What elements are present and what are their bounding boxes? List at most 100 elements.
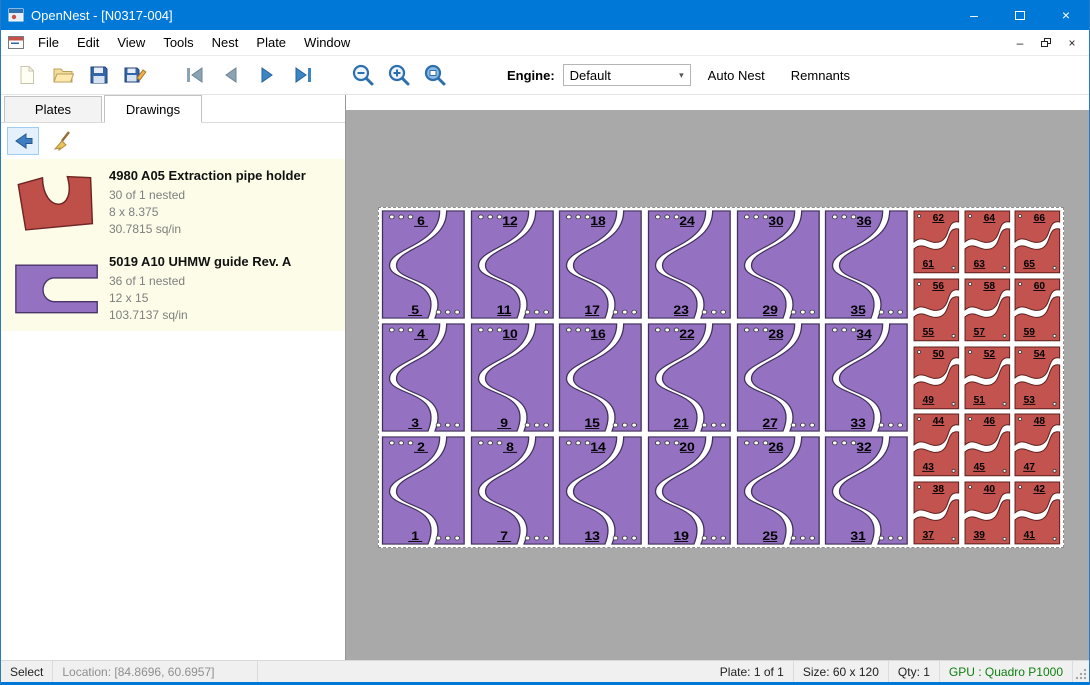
nested-part-pair-purple[interactable]: 3029 [734, 208, 823, 321]
nested-part-pair-purple[interactable]: 2827 [734, 321, 823, 434]
status-qty: Qty: 1 [889, 661, 940, 682]
menu-item-file[interactable]: File [29, 30, 68, 55]
next-plate-button[interactable] [249, 59, 285, 91]
nested-part-pair-purple[interactable]: 1615 [556, 321, 645, 434]
nested-part-pair-purple[interactable]: 109 [468, 321, 557, 434]
part-size: 8 x 8.375 [109, 204, 341, 221]
resize-grip[interactable] [1073, 661, 1089, 682]
save-as-button[interactable] [117, 59, 153, 91]
nested-part-pair-red[interactable]: 5857 [962, 276, 1013, 344]
menu-item-window[interactable]: Window [295, 30, 359, 55]
svg-text:22: 22 [679, 327, 695, 341]
maximize-button[interactable] [997, 0, 1043, 30]
save-as-icon [124, 65, 147, 85]
nested-part-pair-purple[interactable]: 65 [379, 208, 468, 321]
new-button[interactable] [9, 59, 45, 91]
svg-text:30: 30 [768, 214, 784, 228]
nested-part-pair-purple[interactable]: 21 [379, 434, 468, 547]
drawing-list-item[interactable]: 4980 A05 Extraction pipe holder 30 of 1 n… [1, 159, 345, 245]
nested-part-pair-purple[interactable]: 2423 [645, 208, 734, 321]
chevron-down-icon: ▾ [667, 70, 684, 81]
nest-canvas[interactable]: 6512111817242330293635431091615222128273… [346, 95, 1089, 660]
nested-part-pair-purple[interactable]: 3635 [822, 208, 911, 321]
menu-item-nest[interactable]: Nest [203, 30, 248, 55]
save-button[interactable] [81, 59, 117, 91]
previous-arrow-icon [221, 66, 241, 84]
part-thumbnail [5, 252, 109, 324]
nested-part-pair-purple[interactable]: 2019 [645, 434, 734, 547]
menu-item-plate[interactable]: Plate [247, 30, 295, 55]
svg-text:33: 33 [851, 416, 867, 430]
nested-part-pair-purple[interactable]: 1211 [468, 208, 557, 321]
nested-part-pair-purple[interactable]: 1413 [556, 434, 645, 547]
last-arrow-icon [292, 66, 314, 84]
mdi-restore-button[interactable] [1034, 33, 1058, 53]
nested-part-pair-red[interactable]: 5453 [1012, 344, 1063, 412]
first-plate-button[interactable] [177, 59, 213, 91]
nested-part-pair-red[interactable]: 4241 [1012, 479, 1063, 547]
minimize-button[interactable]: – [951, 0, 997, 30]
svg-text:7: 7 [500, 529, 508, 543]
nested-part-pair-red[interactable]: 4443 [911, 411, 962, 479]
engine-select[interactable]: Default ▾ [563, 64, 691, 86]
part-nested-count: 30 of 1 nested [109, 187, 341, 204]
nested-part-pair-red[interactable]: 3837 [911, 479, 962, 547]
tab-plates[interactable]: Plates [4, 96, 102, 122]
close-button[interactable]: × [1043, 0, 1089, 30]
nested-part-pair-red[interactable]: 4847 [1012, 411, 1063, 479]
document-window-icon [8, 36, 24, 49]
svg-text:34: 34 [857, 327, 873, 341]
nested-part-pair-red[interactable]: 5655 [911, 276, 962, 344]
svg-text:12: 12 [502, 214, 518, 228]
zoom-in-button[interactable] [381, 59, 417, 91]
select-arrow-button[interactable] [7, 127, 39, 155]
part-info: 4980 A05 Extraction pipe holder 30 of 1 n… [109, 166, 341, 238]
part-area: 103.7137 sq/in [109, 307, 341, 324]
svg-text:26: 26 [768, 440, 784, 454]
svg-text:23: 23 [673, 303, 689, 317]
tab-drawings[interactable]: Drawings [104, 95, 202, 123]
nested-part-pair-purple[interactable]: 32 31 [822, 434, 911, 547]
purple-part-thumbnail-shape [10, 256, 104, 320]
nested-part-pair-red[interactable]: 6261 [911, 208, 962, 276]
nested-part-pair-red[interactable]: 4039 [962, 479, 1013, 547]
svg-text:31: 31 [851, 529, 867, 543]
menu-item-edit[interactable]: Edit [68, 30, 108, 55]
red-grid: 626164636665 565558576059 504952515453 4443… [911, 208, 1063, 547]
remnants-button[interactable]: Remnants [782, 63, 859, 88]
nested-part-pair-purple[interactable]: 2221 [645, 321, 734, 434]
menu-item-tools[interactable]: Tools [154, 30, 202, 55]
zoom-fit-button[interactable] [417, 59, 453, 91]
drawing-list-item[interactable]: 5019 A10 UHMW guide Rev. A36 of 1 nested… [1, 245, 345, 331]
previous-plate-button[interactable] [213, 59, 249, 91]
svg-text:32: 32 [857, 440, 873, 454]
nested-part-pair-red[interactable]: 5049 [911, 344, 962, 412]
mdi-minimize-button[interactable]: – [1008, 33, 1032, 53]
part-name: 4980 A05 Extraction pipe holder [109, 168, 341, 183]
svg-text:3: 3 [411, 416, 419, 430]
zoom-out-button[interactable] [345, 59, 381, 91]
open-button[interactable] [45, 59, 81, 91]
nested-part-pair-purple[interactable]: 2625 [734, 434, 823, 547]
nested-part-pair-red[interactable]: 5251 [962, 344, 1013, 412]
svg-text:10: 10 [502, 327, 518, 341]
clean-parts-button[interactable] [47, 127, 79, 155]
nested-part-pair-red[interactable]: 6463 [962, 208, 1013, 276]
nested-part-pair-purple[interactable]: 34 33 [822, 321, 911, 434]
nested-part-pair-red[interactable]: 6665 [1012, 208, 1063, 276]
menu-item-view[interactable]: View [108, 30, 154, 55]
status-bar: Select Location: [84.8696, 60.6957] Plat… [1, 660, 1089, 682]
mdi-close-button[interactable]: × [1060, 33, 1084, 53]
nested-part-pair-purple[interactable]: 87 [468, 434, 557, 547]
svg-text:35: 35 [851, 303, 867, 317]
broom-icon [52, 130, 74, 152]
save-icon [89, 65, 109, 85]
nest-plate[interactable]: 6512111817242330293635431091615222128273… [378, 207, 1064, 548]
nested-part-pair-red[interactable]: 4645 [962, 411, 1013, 479]
nested-part-pair-purple[interactable]: 1817 [556, 208, 645, 321]
last-plate-button[interactable] [285, 59, 321, 91]
engine-value: Default [570, 68, 611, 83]
nested-part-pair-red[interactable]: 6059 [1012, 276, 1063, 344]
auto-nest-button[interactable]: Auto Nest [699, 63, 774, 88]
nested-part-pair-purple[interactable]: 43 [379, 321, 468, 434]
